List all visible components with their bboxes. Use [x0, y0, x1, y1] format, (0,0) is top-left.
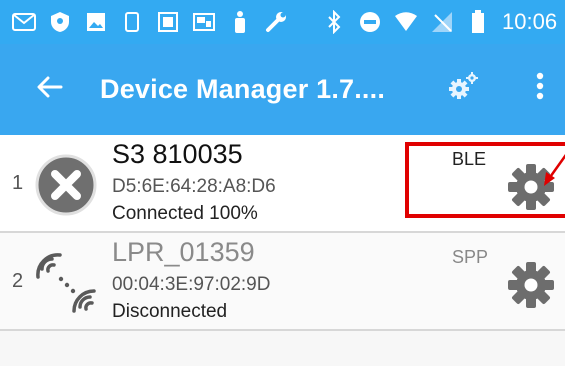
signal-waves-icon	[34, 251, 98, 315]
device-name: LPR_01359	[112, 237, 255, 267]
annotation-arrow	[544, 154, 565, 186]
x-circle-icon	[34, 153, 98, 217]
device-status: Disconnected	[112, 301, 228, 322]
cast-icon	[186, 0, 222, 44]
settings-button[interactable]	[440, 64, 488, 112]
back-arrow-icon	[37, 76, 63, 103]
gmail-icon	[6, 0, 42, 44]
person-icon	[222, 0, 258, 44]
app-bar: Device Manager 1.7....	[0, 44, 565, 135]
more-vert-icon	[536, 72, 544, 105]
sim-icon	[114, 0, 150, 44]
wrench-icon	[258, 0, 294, 44]
page-title: Device Manager 1.7....	[100, 74, 386, 104]
no-signal-icon	[424, 0, 460, 44]
device-settings-button[interactable]	[505, 259, 557, 311]
back-button[interactable]	[0, 44, 100, 135]
device-row-disconnected[interactable]: 2 LPR_01359 00:04:3E:97:02:9D Disconnect…	[0, 233, 565, 331]
status-bar: 10:06	[0, 0, 565, 44]
device-name: S3 810035	[112, 139, 243, 169]
do-not-disturb-icon	[352, 0, 388, 44]
device-status: Connected 100%	[112, 203, 258, 224]
shield-icon	[42, 0, 78, 44]
device-index: 1	[12, 172, 24, 194]
bluetooth-icon	[316, 0, 352, 44]
image-icon	[78, 0, 114, 44]
wifi-icon	[388, 0, 424, 44]
device-index: 2	[12, 270, 24, 292]
overflow-menu-button[interactable]	[520, 64, 560, 112]
battery-icon	[460, 0, 496, 44]
status-time: 10:06	[502, 9, 558, 34]
device-mac-address: D5:6E:64:28:A8:D6	[112, 176, 276, 197]
device-mac-address: 00:04:3E:97:02:9D	[112, 274, 271, 295]
photo-icon	[150, 0, 186, 44]
gear-icon	[508, 262, 554, 308]
device-protocol: SPP	[452, 247, 489, 267]
gears-icon	[447, 71, 481, 106]
